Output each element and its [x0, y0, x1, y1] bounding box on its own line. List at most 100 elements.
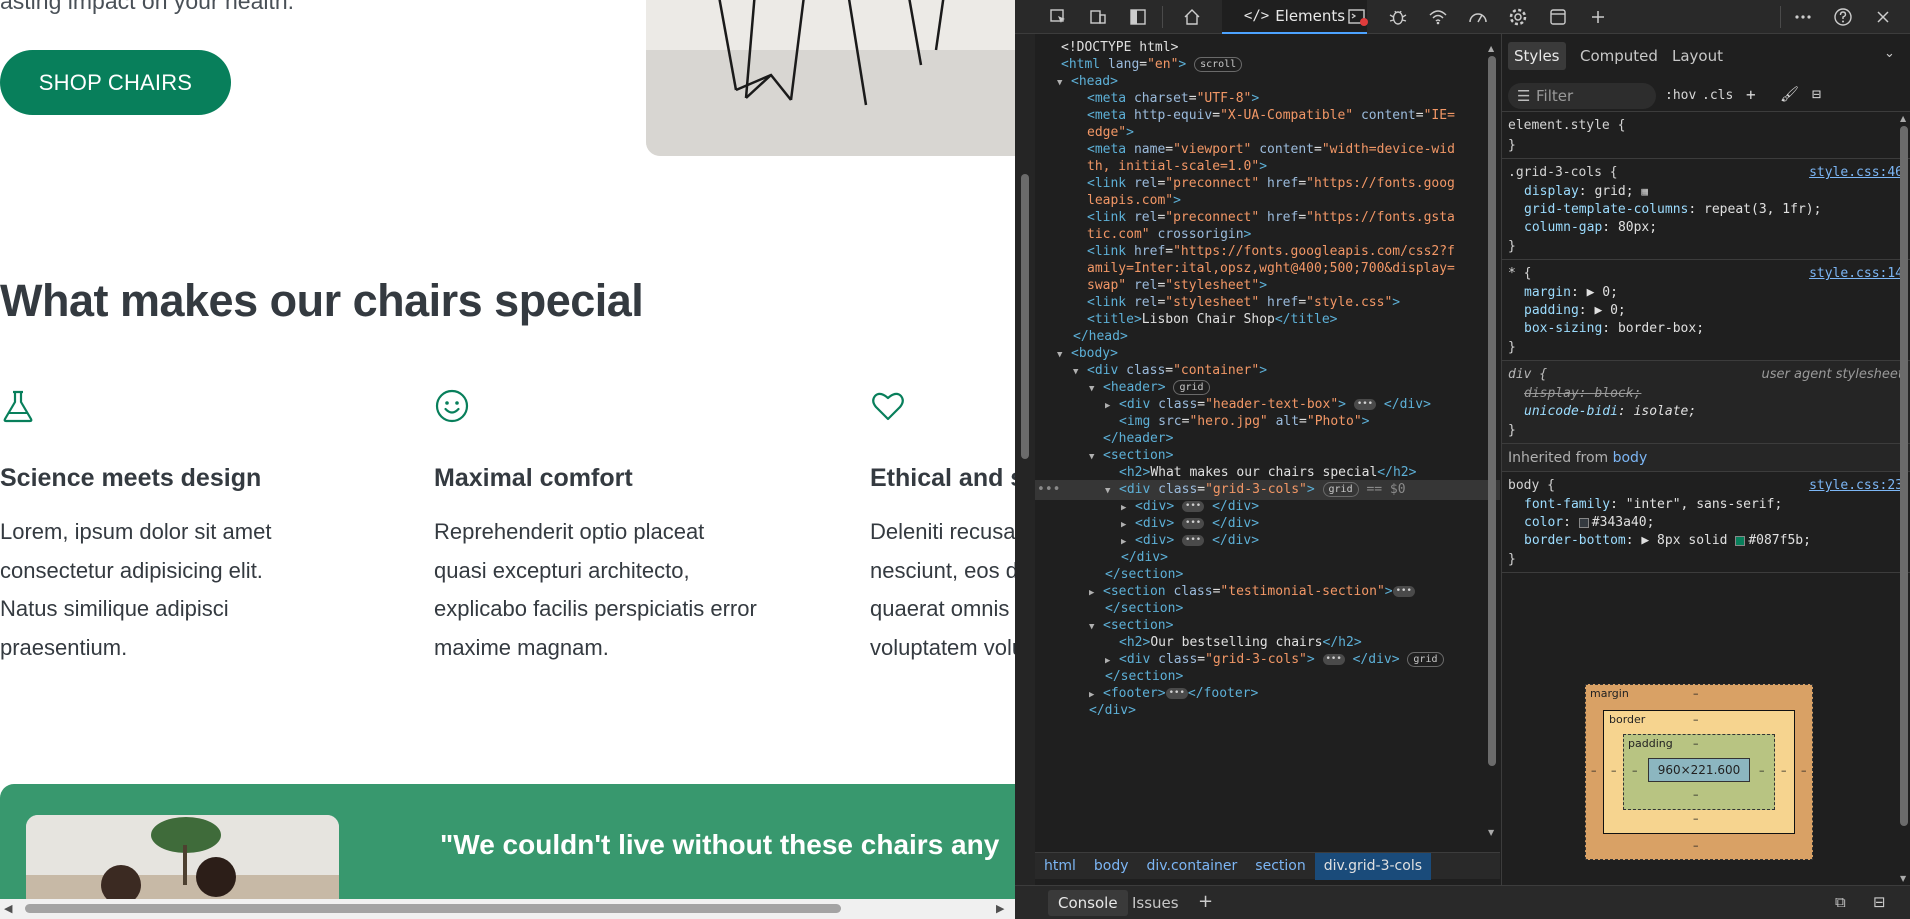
scroll-left-icon[interactable]: ◀	[4, 902, 12, 915]
styles-tabs: Styles Computed Layout ⌄	[1502, 34, 1910, 78]
hero-description: asting impact on your health.	[0, 0, 295, 14]
feature-text: Reprehenderit optio placeat quasi except…	[434, 519, 757, 660]
tab-issues[interactable]: Issues	[1122, 890, 1189, 916]
style-rules: element.style { } style.css:46 .grid-3-c…	[1502, 112, 1910, 573]
bug-icon[interactable]	[1385, 4, 1411, 30]
dock-icon[interactable]	[1125, 4, 1151, 30]
close-icon[interactable]	[1870, 4, 1896, 30]
source-link[interactable]: style.css:14	[1809, 266, 1903, 281]
scroll-right-icon[interactable]: ▶	[996, 902, 1004, 915]
breadcrumb: html body div.container section div.grid…	[1035, 852, 1500, 880]
box-model-content[interactable]: 960×221.600	[1648, 758, 1750, 782]
styles-scrollbar[interactable]: ▲ ▼	[1898, 114, 1910, 885]
scrollbar-thumb[interactable]	[1488, 56, 1496, 766]
close-drawer-icon[interactable]: ⊟	[1873, 893, 1886, 911]
dock-drawer-icon[interactable]: ⧉	[1835, 893, 1846, 911]
gutter-scroll-thumb[interactable]	[1021, 174, 1029, 459]
color-swatch[interactable]	[1735, 535, 1746, 546]
new-rule-icon[interactable]: +	[1746, 85, 1756, 104]
filter-input[interactable]: ☰ Filter	[1508, 83, 1656, 109]
flask-icon	[3, 390, 33, 423]
console-icon[interactable]	[1345, 4, 1371, 30]
grid-editor-icon[interactable]: ▦	[1641, 185, 1648, 198]
feature-card: Maximal comfort Reprehenderit optio plac…	[434, 388, 794, 660]
css-declaration: display: block;	[1524, 386, 1642, 401]
network-icon[interactable]	[1425, 4, 1451, 30]
css-declaration[interactable]: display: grid; ▦	[1508, 183, 1905, 201]
tab-layout[interactable]: Layout	[1666, 42, 1729, 70]
dom-node-selected[interactable]: ••• ▼ <div class="grid-3-cols"> grid == $0	[1035, 480, 1500, 500]
box-model: 960×221.600 margin – border – padding – …	[1585, 684, 1813, 860]
source-link[interactable]: style.css:46	[1809, 165, 1903, 180]
more-icon[interactable]	[1790, 4, 1816, 30]
testimonial-quote: "We couldn't live without these chairs a…	[440, 829, 1000, 860]
css-declaration[interactable]: border-bottom: ▶ 8px solid #087f5b;	[1508, 532, 1905, 550]
application-icon[interactable]	[1545, 4, 1571, 30]
shop-chairs-button[interactable]: SHOP CHAIRS	[0, 50, 231, 115]
feature-text: Lorem, ipsum dolor sit amet consectetur …	[0, 519, 272, 660]
dom-node[interactable]: <meta http-equiv="X-UA-Compatible" conte…	[1087, 106, 1455, 126]
inherited-link[interactable]: body	[1613, 450, 1648, 466]
add-drawer-tab-icon[interactable]: +	[1198, 891, 1213, 912]
scrollbar-thumb[interactable]	[25, 904, 841, 913]
scrollbar-thumb[interactable]	[1900, 126, 1908, 826]
toggle-sidebar-icon[interactable]: ⊟	[1812, 85, 1821, 103]
color-swatch[interactable]	[1578, 517, 1589, 528]
tab-styles[interactable]: Styles	[1508, 42, 1566, 70]
rule-div-user-agent: user agent stylesheet div { display: blo…	[1502, 361, 1910, 444]
scroll-down-icon[interactable]: ▼	[1900, 874, 1906, 883]
feature-title: Ethical and s	[870, 464, 1015, 492]
hero-image	[646, 0, 1015, 156]
tab-console[interactable]: Console	[1048, 890, 1128, 916]
device-icon[interactable]	[1085, 4, 1111, 30]
source-link[interactable]: style.css:23	[1809, 478, 1903, 493]
breadcrumb-item-active[interactable]: div.grid-3-cols	[1314, 852, 1432, 880]
rule-element-style: element.style { }	[1502, 112, 1910, 159]
dom-tree[interactable]: <!DOCTYPE html> <html lang="en"> scroll …	[1035, 34, 1500, 846]
feature-card: Science meets design Lorem, ipsum dolor …	[0, 388, 360, 660]
tab-computed[interactable]: Computed	[1574, 42, 1664, 70]
css-declaration[interactable]: margin: ▶ 0;	[1508, 284, 1905, 302]
home-icon[interactable]	[1179, 4, 1205, 30]
css-declaration[interactable]: padding: ▶ 0;	[1508, 302, 1905, 320]
class-toggle-button[interactable]: .cls	[1702, 88, 1733, 103]
feature-card: Ethical and s Deleniti recusar nesciunt,…	[870, 388, 1015, 660]
css-declaration[interactable]: box-sizing: border-box;	[1508, 320, 1905, 338]
heart-icon	[872, 392, 904, 421]
css-declaration[interactable]: color: #343a40;	[1508, 514, 1905, 532]
breadcrumb-item[interactable]: div.container	[1138, 853, 1247, 880]
feature-text: Deleniti recusar nesciunt, eos d quaerat…	[870, 519, 1015, 660]
css-declaration[interactable]: grid-template-columns: repeat(3, 1fr);	[1508, 201, 1905, 219]
add-tab-icon[interactable]	[1585, 4, 1611, 30]
breadcrumb-item[interactable]: html	[1035, 853, 1085, 880]
css-declaration[interactable]: font-family: "inter", sans-serif;	[1508, 496, 1905, 514]
performance-icon[interactable]	[1465, 4, 1491, 30]
horizontal-scrollbar[interactable]: ◀ ▶	[0, 899, 1015, 919]
filter-icon: ☰	[1517, 87, 1531, 105]
section-title: What makes our chairs special	[0, 275, 644, 326]
feature-title: Science meets design	[0, 464, 262, 492]
dom-scrollbar[interactable]: ▲ ▼	[1485, 40, 1499, 840]
format-brush-icon[interactable]: 🖌	[1780, 85, 1799, 103]
settings-icon[interactable]	[1505, 4, 1531, 30]
rule-grid-3-cols: style.css:46 .grid-3-cols { display: gri…	[1502, 159, 1910, 260]
scroll-up-icon[interactable]: ▲	[1488, 44, 1494, 53]
breadcrumb-item[interactable]: body	[1085, 853, 1138, 880]
breadcrumb-item[interactable]: section	[1246, 853, 1314, 880]
inspect-icon[interactable]	[1045, 4, 1071, 30]
rule-universal: style.css:14 * { margin: ▶ 0; padding: ▶…	[1502, 260, 1910, 361]
scroll-down-icon[interactable]: ▼	[1488, 828, 1494, 837]
devtools-panel: </> Elements <!DOCTYPE html> <html lang=…	[1015, 0, 1910, 919]
dom-node[interactable]: </div>	[1089, 701, 1136, 721]
inherited-header: Inherited from body	[1502, 444, 1910, 472]
filter-row: ☰ Filter :hov .cls + 🖌 ⊟	[1502, 78, 1910, 112]
user-agent-label: user agent stylesheet	[1761, 367, 1903, 382]
help-icon[interactable]	[1830, 4, 1856, 30]
css-declaration[interactable]: column-gap: 80px;	[1508, 219, 1905, 237]
devtools-left-gutter	[1015, 34, 1035, 885]
devtools-toolbar: </> Elements	[1015, 0, 1910, 34]
elements-icon: </>	[1243, 8, 1270, 24]
chevron-down-icon[interactable]: ⌄	[1884, 46, 1895, 61]
hover-state-button[interactable]: :hov	[1665, 88, 1696, 103]
scroll-up-icon[interactable]: ▲	[1900, 114, 1906, 123]
